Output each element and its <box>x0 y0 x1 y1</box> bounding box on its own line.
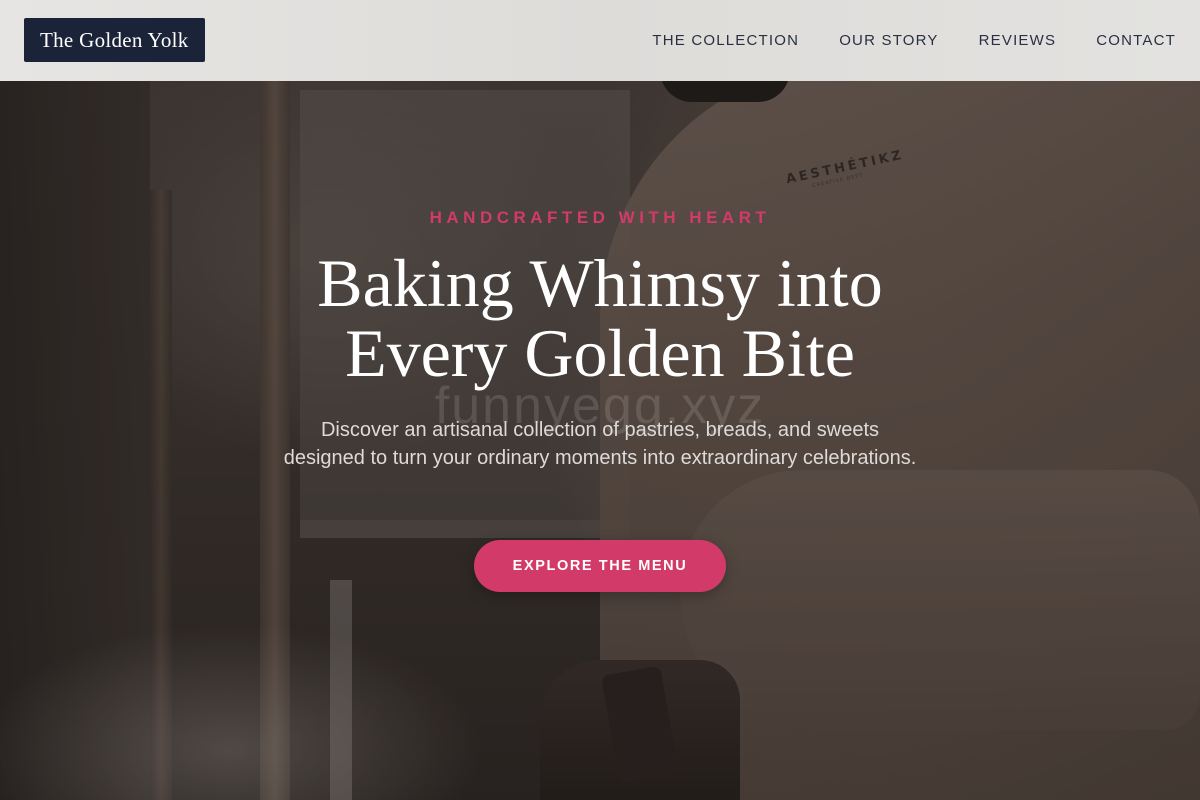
hero-headline-line-1: Baking Whimsy into <box>317 245 883 321</box>
site-header: The Golden Yolk THE COLLECTION OUR STORY… <box>0 0 1200 81</box>
main-nav: THE COLLECTION OUR STORY REVIEWS CONTACT <box>612 0 1176 81</box>
hero-subcopy: Discover an artisanal collection of past… <box>283 419 917 469</box>
nav-link-collection[interactable]: THE COLLECTION <box>652 32 799 49</box>
hero-headline: Baking Whimsy into Every Golden Bite <box>250 248 950 388</box>
site-logo[interactable]: The Golden Yolk <box>24 18 205 62</box>
hero-section: HANDCRAFTED WITH HEART Baking Whimsy int… <box>0 0 1200 800</box>
page: AESTHÉTIKZ CREATIVE DEPT The Golden Yolk… <box>0 0 1200 800</box>
explore-menu-button[interactable]: EXPLORE THE MENU <box>474 540 726 592</box>
hero-eyebrow: HANDCRAFTED WITH HEART <box>429 208 771 227</box>
nav-link-our-story[interactable]: OUR STORY <box>839 32 938 49</box>
nav-link-contact[interactable]: CONTACT <box>1096 32 1176 49</box>
nav-link-reviews[interactable]: REVIEWS <box>979 32 1057 49</box>
